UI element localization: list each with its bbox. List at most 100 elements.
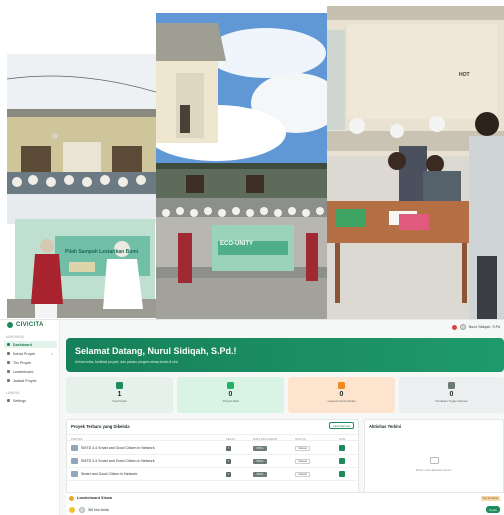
sidebar-item-label: Leaderboard: [13, 369, 34, 374]
welcome-title: Selamat Datang, Nurul Sidiqah, S.Pd.!: [75, 346, 237, 356]
document-icon: [338, 382, 345, 389]
photo-ceremony-handover: Pilah Sampah Lestarikan Bumi: [7, 54, 156, 318]
subject-badge: PPKn: [253, 458, 267, 464]
stat-value: 0: [339, 391, 344, 398]
leaderboard-row[interactable]: Siti Nur Aulia 0 poin: [66, 504, 504, 515]
table-row[interactable]: SMTD 3.4 Smart and Good Citizen in Netwo…: [67, 442, 358, 455]
student-score: 0 poin: [485, 506, 500, 513]
stat-value: 0: [449, 391, 454, 398]
table-row[interactable]: Smart and Good Citizen in Network X PPKn…: [67, 468, 358, 481]
photo-ceremony-handover-art: [7, 54, 156, 318]
logo-icon: [7, 322, 13, 328]
column-header: Aksi: [339, 437, 346, 441]
stat-card-laporan-dinilai[interactable]: 0 Laporan Perlu Dinilai: [288, 377, 395, 413]
sidebar-item-dashboard[interactable]: Dashboard: [4, 341, 57, 348]
recent-activity-title: Aktivitas Terkini: [369, 424, 402, 429]
stat-label: Laporan Perlu Dinilai: [327, 399, 356, 403]
empty-inbox-icon: [430, 457, 439, 464]
gear-icon: [7, 399, 10, 402]
sidebar-item-tim-proyek[interactable]: Tim Proyek: [4, 359, 57, 366]
stat-label: Penilaian Tugas Selesai: [435, 399, 468, 403]
sidebar-item-label: Kelola Proyek: [13, 351, 36, 356]
grid-icon: [7, 343, 10, 346]
welcome-subtitle: Kelola kelas, fasilitasi proyek, dan pan…: [75, 360, 179, 364]
student-name: Siti Nur Aulia: [88, 508, 109, 512]
empty-activity-text: Belum ada aktivitas terkini.: [416, 468, 452, 472]
trophy-icon: [7, 370, 10, 373]
column-header: Mata Pelajaran: [253, 437, 278, 441]
stat-card-penilaian-selesai[interactable]: 0 Penilaian Tugas Selesai: [399, 377, 504, 413]
status-badge: Selesai: [295, 458, 310, 464]
chevron-down-icon: ▾: [51, 351, 53, 356]
sidebar-section-other: Lainnya: [6, 391, 20, 395]
sidebar-item-leaderboard[interactable]: Leaderboard: [4, 368, 57, 375]
ceremony-banner-caption: Pilah Sampah Lestarikan Bumi: [65, 249, 139, 255]
sidebar-item-label: Jadwal Proyek: [13, 378, 37, 383]
view-detail-icon[interactable]: [339, 458, 345, 464]
class-badge: X: [226, 445, 231, 451]
view-detail-icon[interactable]: [339, 471, 345, 477]
class-icon: [116, 382, 123, 389]
view-detail-icon[interactable]: [339, 445, 345, 451]
stat-value: 0: [228, 391, 233, 398]
stat-label: Proyek Aktif: [222, 399, 239, 403]
screen: Pilah Sampah Lestarikan Bumi ECO-UNITY H…: [0, 0, 504, 515]
student-avatar: [79, 507, 85, 513]
folder-icon: [7, 352, 10, 355]
sidebar-item-label: Settings: [13, 398, 26, 403]
stat-card-total-kelas[interactable]: 1 Total Kelas: [66, 377, 173, 413]
column-header: Proyek: [71, 437, 83, 441]
stat-value: 1: [117, 391, 122, 398]
brand[interactable]: CIVICITA: [7, 322, 44, 328]
app-window: CIVICITA Main Menu Dashboard Kelola Proy…: [0, 319, 504, 515]
top-students-badge: Top 10 Siswa: [480, 496, 500, 501]
status-badge: Selesai: [295, 445, 310, 451]
photo-classroom-art: [327, 6, 504, 319]
project-name[interactable]: Smart and Good Citizen in Network: [81, 472, 137, 476]
user-name[interactable]: Nurul Sidiqah, S.Pd: [469, 325, 500, 329]
subject-badge: PPKn: [253, 445, 267, 451]
sidebar: CIVICITA Main Menu Dashboard Kelola Proy…: [0, 320, 60, 515]
view-all-button[interactable]: Lihat Semua: [329, 422, 354, 429]
sidebar-section-main: Main Menu: [6, 335, 25, 339]
project-thumbnail: [71, 458, 78, 464]
column-header: Kelas: [226, 437, 236, 441]
project-thumbnail: [71, 445, 78, 451]
table-row[interactable]: SMTD 3.4 Smart and Good Citizen in Netwo…: [67, 455, 358, 468]
medal-icon: [448, 382, 455, 389]
group-banner-caption: ECO-UNITY: [220, 241, 253, 247]
calendar-icon: [7, 379, 10, 382]
classroom-sign-caption: HOT: [459, 72, 470, 78]
welcome-banner: Selamat Datang, Nurul Sidiqah, S.Pd.! Ke…: [66, 338, 504, 372]
users-icon: [7, 361, 10, 364]
sidebar-item-kelola-proyek[interactable]: Kelola Proyek ▾: [4, 350, 57, 357]
column-header: Status: [295, 437, 306, 441]
trophy-icon: [69, 496, 74, 501]
project-name[interactable]: SMTD 3.4 Smart and Good Citizen in Netwo…: [81, 459, 155, 463]
leaderboard-header: Leaderboard Siswa Top 10 Siswa: [66, 492, 504, 504]
leaderboard-title: Leaderboard Siswa: [77, 496, 112, 500]
project-thumbnail: [71, 471, 78, 477]
class-badge: X: [226, 471, 231, 477]
status-badge: Selesai: [295, 471, 310, 477]
subject-badge: PPKn: [253, 471, 267, 477]
stat-card-proyek-aktif[interactable]: 0 Proyek Aktif: [177, 377, 284, 413]
sidebar-item-jadwal-proyek[interactable]: Jadwal Proyek: [4, 377, 57, 384]
brand-name: CIVICITA: [16, 322, 44, 328]
recent-projects-title: Proyek Terbaru yang Dikelola: [71, 424, 130, 429]
stat-label: Total Kelas: [112, 399, 127, 403]
photo-group: ECO-UNITY: [156, 13, 327, 319]
sidebar-item-label: Tim Proyek: [13, 360, 32, 365]
notification-bell-icon[interactable]: [451, 324, 457, 330]
project-name[interactable]: SMTD 3.4 Smart and Good Citizen in Netwo…: [81, 446, 155, 450]
sidebar-item-settings[interactable]: Settings: [4, 397, 57, 404]
topbar: Nurul Sidiqah, S.Pd: [60, 320, 504, 334]
sidebar-item-label: Dashboard: [13, 342, 32, 347]
class-badge: X: [226, 458, 231, 464]
photo-group-art: [156, 13, 327, 319]
rank-medal-icon: [69, 507, 75, 513]
play-icon: [227, 382, 234, 389]
photo-classroom: HOT: [327, 6, 504, 319]
table-header: Proyek Kelas Mata Pelajaran Status Aksi: [67, 434, 358, 441]
user-avatar[interactable]: [459, 324, 466, 330]
